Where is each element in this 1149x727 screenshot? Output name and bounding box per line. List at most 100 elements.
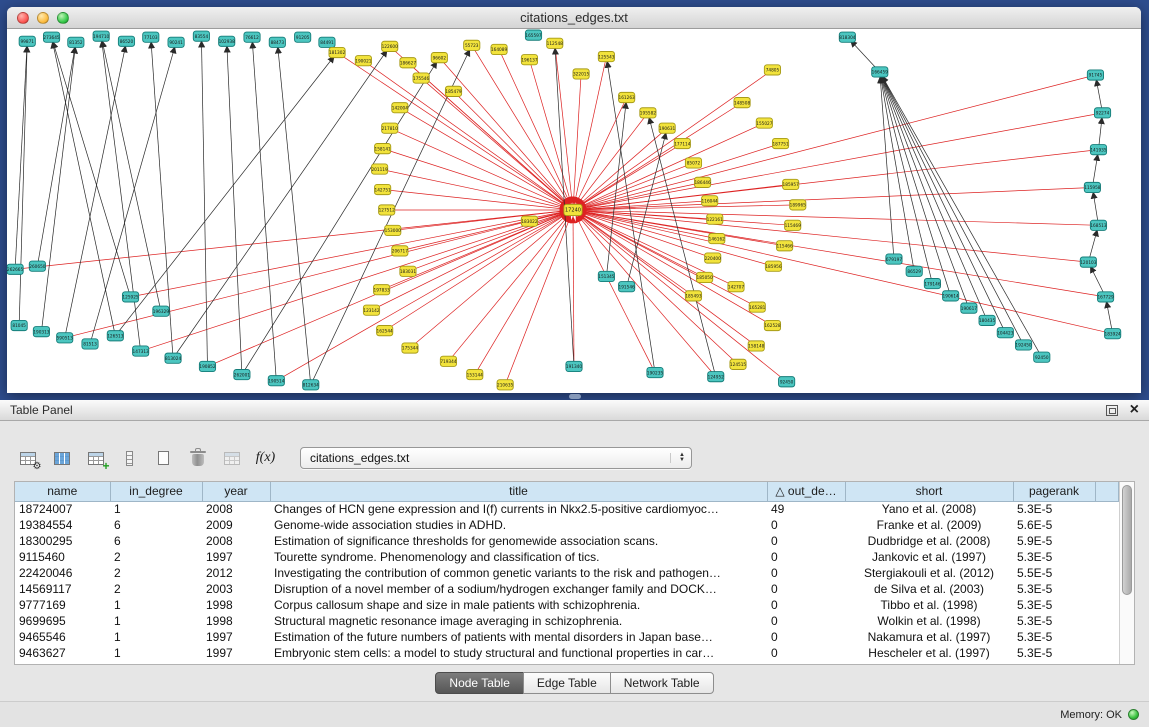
table-cell: 9463627: [15, 645, 110, 661]
graph-node-label: 155027: [756, 121, 772, 127]
graph-node-label: 185493: [685, 294, 701, 300]
graph-node-label: 142751: [375, 187, 391, 193]
close-panel-icon[interactable]: ×: [1130, 403, 1139, 417]
graph-node-label: 185957: [783, 182, 799, 188]
graph-node-label: 86520: [120, 39, 134, 45]
graph-node-label: 123142: [363, 308, 379, 314]
graph-node-label: 191340: [566, 364, 582, 370]
network-canvas[interactable]: 1724099871273645813521947108652077103902…: [7, 29, 1141, 393]
table-body: 1872400712008Changes of HCN gene express…: [15, 501, 1119, 661]
table-row[interactable]: 969969511998Structural magnetic resonanc…: [15, 613, 1119, 629]
graph-node-label: 76612: [245, 35, 259, 41]
graph-node-label: 260650: [29, 264, 45, 270]
table-cell: 5.3E-5: [1013, 613, 1095, 629]
table-row[interactable]: 1872400712008Changes of HCN gene express…: [15, 501, 1119, 517]
delete-icon[interactable]: [184, 445, 211, 471]
table-cell: 2: [110, 565, 202, 581]
vertical-scrollbar[interactable]: [1119, 482, 1134, 664]
table-cell: 6: [110, 517, 202, 533]
memory-status-indicator: [1128, 709, 1139, 720]
table-cell: 5.3E-5: [1013, 645, 1095, 661]
graph-node-label: 164089: [491, 47, 507, 53]
table-row[interactable]: 2242004622012Investigating the contribut…: [15, 565, 1119, 581]
tab-node-table[interactable]: Node Table: [435, 672, 524, 694]
column-header[interactable]: year: [202, 482, 270, 501]
table-row[interactable]: 977716911998Corpus callosum shape and si…: [15, 597, 1119, 613]
column-header[interactable]: pagerank: [1013, 482, 1095, 501]
graph-node-label: 84491: [320, 40, 334, 46]
table-settings-icon[interactable]: [14, 445, 41, 471]
scrollbar-thumb[interactable]: [1122, 485, 1132, 595]
table-row[interactable]: 1456911722003Disruption of a novel membe…: [15, 581, 1119, 597]
graph-node-label: 273645: [43, 35, 59, 41]
toggle-columns-icon[interactable]: [48, 445, 75, 471]
graph-node-label: 124515: [730, 362, 746, 368]
table-cell: Nakamura et al. (1997): [845, 629, 1013, 645]
edit-table-glyph: [88, 452, 104, 465]
panel-resize-handle[interactable]: [569, 394, 581, 399]
table-cell: Structural magnetic resonance image aver…: [270, 613, 767, 629]
import-table-icon[interactable]: [218, 445, 245, 471]
column-header[interactable]: in_degree: [110, 482, 202, 501]
table-row[interactable]: 946362711997Embryonic stem cells: a mode…: [15, 645, 1119, 661]
tab-network-table[interactable]: Network Table: [610, 672, 714, 694]
row-height-icon[interactable]: [116, 445, 143, 471]
graph-node-label: 217810: [382, 126, 398, 132]
column-header[interactable]: short: [845, 482, 1013, 501]
graph-node-label: 55723: [465, 43, 479, 49]
table-selector-dropdown[interactable]: citations_edges.txt ▲ ▼: [300, 447, 692, 469]
new-file-glyph: [158, 451, 169, 465]
graph-node-label: 153000: [385, 228, 401, 234]
graph-node-label: 127512: [379, 208, 395, 214]
graph-node-label: 165281: [749, 305, 765, 311]
graph-node-label: 194710: [93, 34, 109, 40]
function-icon[interactable]: f(x): [252, 445, 279, 471]
graph-node-label: 190614: [943, 294, 959, 300]
edit-table-icon[interactable]: [82, 445, 109, 471]
graph-node-label: 158148: [748, 344, 764, 350]
table-panel: Table Panel × f(x) citations_edges.txt ▲…: [0, 400, 1149, 727]
table-cell: 22420046: [15, 565, 110, 581]
window-titlebar[interactable]: citations_edges.txt: [7, 7, 1141, 29]
column-header[interactable]: title: [270, 482, 767, 501]
graph-node-label: 220400: [705, 256, 721, 262]
graph-node-label: 590513: [57, 336, 73, 342]
table-cell: Tibbo et al. (1998): [845, 597, 1013, 613]
graph-node-label: 122161: [707, 217, 723, 223]
row-height-glyph: [126, 451, 133, 466]
graph-node-label: 81045: [12, 323, 26, 329]
table-cell: 6: [110, 533, 202, 549]
tab-edge-table[interactable]: Edge Table: [523, 672, 611, 694]
table-row[interactable]: 1830029562008Estimation of significance …: [15, 533, 1119, 549]
graph-node-label: 185050: [697, 275, 713, 281]
table-cell-filler: [1095, 501, 1119, 517]
table-cell: Estimation of the future numbers of pati…: [270, 629, 767, 645]
table-row[interactable]: 946554611997Estimation of the future num…: [15, 629, 1119, 645]
graph-node-label: 179146: [924, 281, 940, 287]
table-cell: 2: [110, 549, 202, 565]
new-file-icon[interactable]: [150, 445, 177, 471]
graph-node-label: 147313: [133, 349, 149, 355]
table-cell: 9465546: [15, 629, 110, 645]
table-cell-filler: [1095, 565, 1119, 581]
close-window-button[interactable]: [17, 12, 29, 24]
zoom-window-button[interactable]: [57, 12, 69, 24]
network-graph[interactable]: 1724099871273645813521947108652077103902…: [7, 29, 1141, 393]
graph-node-label: 74805: [766, 68, 780, 74]
table-cell: 0: [767, 581, 845, 597]
table-row[interactable]: 1938455462009Genome-wide association stu…: [15, 517, 1119, 533]
import-table-glyph: [224, 452, 240, 465]
table-row[interactable]: 911546021997Tourette syndrome. Phenomeno…: [15, 549, 1119, 565]
minimize-window-button[interactable]: [37, 12, 49, 24]
graph-node-label: 196329: [153, 309, 169, 315]
column-header-filler: [1095, 482, 1119, 501]
graph-node-label: 183031: [400, 269, 416, 275]
table-cell: 2012: [202, 565, 270, 581]
float-panel-icon[interactable]: [1106, 405, 1118, 416]
column-header[interactable]: name: [15, 482, 110, 501]
graph-node-label: 165597: [525, 33, 541, 39]
table-cell: 5.3E-5: [1013, 629, 1095, 645]
column-header[interactable]: △ out_de…: [767, 482, 845, 501]
graph-node-label: 115469: [785, 223, 801, 229]
table-cell: 2009: [202, 517, 270, 533]
